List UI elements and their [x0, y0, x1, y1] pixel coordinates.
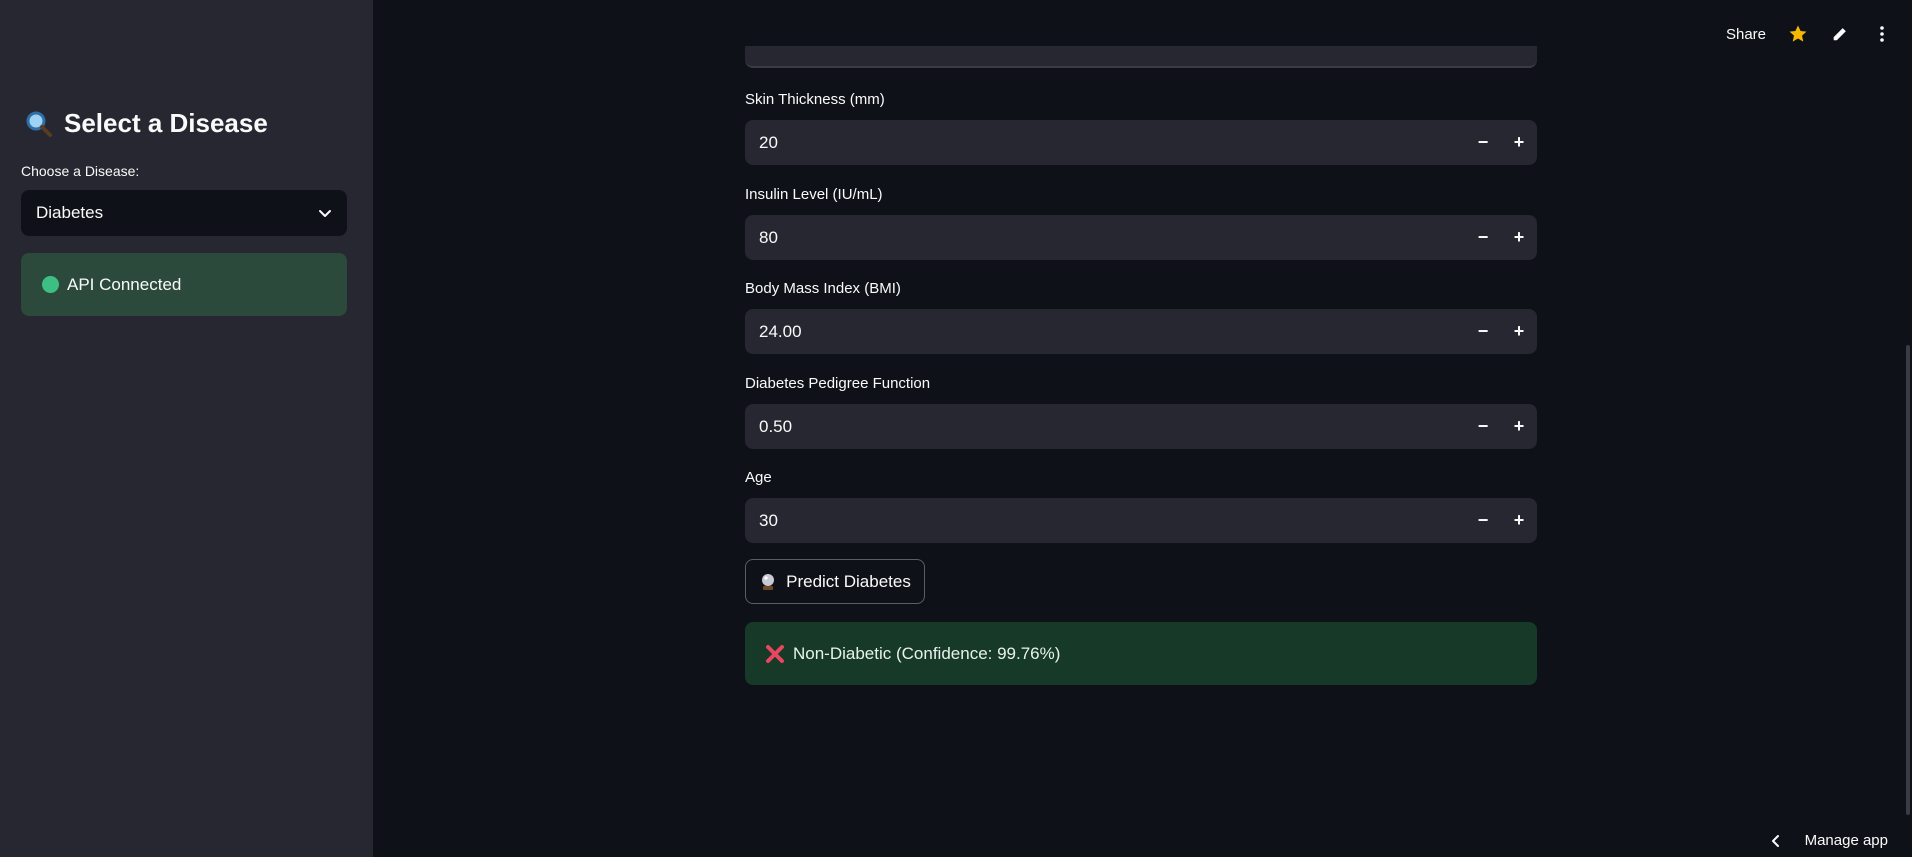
- prediction-result-text: Non-Diabetic (Confidence: 99.76%): [793, 643, 1061, 663]
- decrement-button[interactable]: −: [1465, 404, 1501, 449]
- previous-number-input[interactable]: [745, 46, 1537, 68]
- input-value[interactable]: 20: [759, 133, 778, 153]
- stepper-group: − +: [1465, 404, 1537, 449]
- decrement-button[interactable]: −: [1465, 309, 1501, 354]
- decrement-button[interactable]: −: [1465, 215, 1501, 260]
- bmi-input[interactable]: 24.00 − +: [745, 309, 1537, 354]
- field-skin-thickness: Skin Thickness (mm) 20 − +: [745, 88, 1537, 165]
- field-label: Body Mass Index (BMI): [745, 280, 901, 297]
- stepper-group: − +: [1465, 215, 1537, 260]
- page-scrollbar[interactable]: [1906, 345, 1910, 815]
- increment-button[interactable]: +: [1501, 498, 1537, 543]
- disease-select[interactable]: Diabetes: [21, 190, 347, 236]
- pedigree-function-input[interactable]: 0.50 − +: [745, 404, 1537, 449]
- increment-button[interactable]: +: [1501, 120, 1537, 165]
- crystal-ball-icon: [759, 573, 777, 591]
- api-status-text: API Connected: [67, 274, 182, 294]
- increment-button[interactable]: +: [1501, 404, 1537, 449]
- field-bmi: Body Mass Index (BMI) 24.00 − +: [745, 277, 1537, 354]
- share-button[interactable]: Share: [1726, 26, 1766, 43]
- edit-icon[interactable]: [1830, 24, 1850, 44]
- field-label: Skin Thickness (mm): [745, 91, 885, 108]
- input-value[interactable]: 80: [759, 228, 778, 248]
- sidebar-title: Select a Disease: [24, 108, 268, 139]
- skin-thickness-input[interactable]: 20 − +: [745, 120, 1537, 165]
- field-label: Age: [745, 469, 772, 486]
- prediction-result-box: Non-Diabetic (Confidence: 99.76%): [745, 622, 1537, 685]
- increment-button[interactable]: +: [1501, 309, 1537, 354]
- cross-mark-icon: [765, 644, 785, 664]
- field-age: Age 30 − +: [745, 466, 1537, 543]
- field-pedigree-function: Diabetes Pedigree Function 0.50 − +: [745, 372, 1537, 449]
- predict-button-label: Predict Diabetes: [786, 571, 911, 591]
- magnifier-icon: [24, 109, 54, 139]
- api-status-box: API Connected: [21, 253, 347, 316]
- disease-select-label: Choose a Disease:: [21, 163, 140, 179]
- insulin-level-input[interactable]: 80 − +: [745, 215, 1537, 260]
- field-insulin-level: Insulin Level (IU/mL) 80 − +: [745, 183, 1537, 260]
- sidebar: Select a Disease Choose a Disease: Diabe…: [0, 0, 373, 857]
- manage-app-label: Manage app: [1804, 832, 1888, 849]
- input-value[interactable]: 0.50: [759, 417, 792, 437]
- chevron-left-icon: [1769, 834, 1783, 848]
- top-toolbar: Share: [1726, 24, 1892, 44]
- more-icon[interactable]: [1872, 24, 1892, 44]
- star-icon[interactable]: [1788, 24, 1808, 44]
- app-root: Select a Disease Choose a Disease: Diabe…: [0, 0, 1912, 857]
- manage-app-button[interactable]: Manage app: [1769, 832, 1888, 849]
- field-label: Insulin Level (IU/mL): [745, 186, 883, 203]
- green-circle-icon: [42, 276, 59, 293]
- decrement-button[interactable]: −: [1465, 498, 1501, 543]
- predict-button[interactable]: Predict Diabetes: [745, 559, 925, 604]
- stepper-group: − +: [1465, 309, 1537, 354]
- sidebar-title-text: Select a Disease: [64, 108, 268, 138]
- stepper-group: − +: [1465, 120, 1537, 165]
- field-label: Diabetes Pedigree Function: [745, 375, 931, 392]
- disease-select-value: Diabetes: [36, 203, 104, 222]
- chevron-down-icon: [317, 205, 333, 221]
- decrement-button[interactable]: −: [1465, 120, 1501, 165]
- age-input[interactable]: 30 − +: [745, 498, 1537, 543]
- input-value[interactable]: 30: [759, 511, 778, 531]
- stepper-group: − +: [1465, 498, 1537, 543]
- increment-button[interactable]: +: [1501, 215, 1537, 260]
- input-value[interactable]: 24.00: [759, 322, 802, 342]
